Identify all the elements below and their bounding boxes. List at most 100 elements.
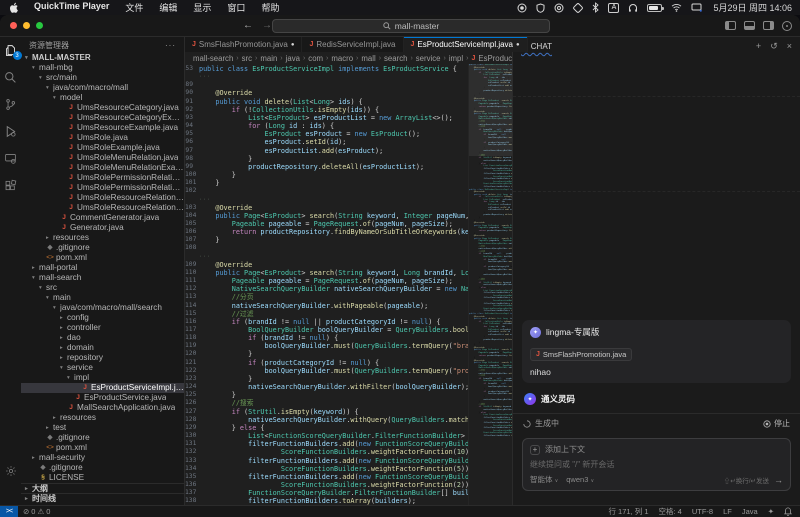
- tree-item[interactable]: JEsProductServiceImpl.java: [21, 383, 184, 393]
- customize-layout-icon[interactable]: [782, 21, 792, 31]
- tree-item[interactable]: ▾main: [21, 293, 184, 303]
- settings-gear-icon[interactable]: [3, 463, 19, 479]
- breadcrumb-item[interactable]: macro: [331, 54, 353, 63]
- minimize-window-button[interactable]: [23, 22, 30, 29]
- tree-item[interactable]: JUmsRoleMenuRelation.java: [21, 153, 184, 163]
- tree-item[interactable]: ▸repository: [21, 353, 184, 363]
- bluetooth-icon[interactable]: [592, 2, 599, 13]
- menu-item-0[interactable]: QuickTime Player: [26, 1, 117, 14]
- tree-item[interactable]: ▸resources: [21, 413, 184, 423]
- problems-status[interactable]: ⊘0 ⚠0: [18, 507, 55, 516]
- menu-item-2[interactable]: 编辑: [151, 1, 185, 14]
- explorer-icon[interactable]: 3: [3, 42, 19, 58]
- add-context-row[interactable]: + 添加上下文: [530, 444, 783, 455]
- toggle-panel-icon[interactable]: [744, 21, 755, 30]
- tree-item[interactable]: ▾impl: [21, 373, 184, 383]
- history-icon[interactable]: ↺: [770, 41, 778, 52]
- source-control-icon[interactable]: [3, 96, 19, 112]
- remote-explorer-icon[interactable]: [3, 150, 19, 166]
- tree-item[interactable]: ▾java/com/macro/mall/search: [21, 303, 184, 313]
- tree-item[interactable]: ◆.gitignore: [21, 243, 184, 253]
- new-chat-icon[interactable]: +: [756, 41, 761, 52]
- menu-item-4[interactable]: 窗口: [219, 1, 253, 14]
- tree-item[interactable]: JUmsRoleResourceRelationExample.java: [21, 203, 184, 213]
- tree-item[interactable]: JUmsResourceCategoryExample.java: [21, 113, 184, 123]
- tree-item[interactable]: ▸config: [21, 313, 184, 323]
- wifi-icon[interactable]: [671, 3, 682, 12]
- toggle-primary-sidebar-icon[interactable]: [725, 21, 736, 30]
- tree-item[interactable]: §LICENSE: [21, 473, 184, 483]
- breadcrumb-item[interactable]: service: [416, 54, 441, 63]
- breadcrumb-item[interactable]: mall-search: [193, 54, 233, 63]
- menu-datetime[interactable]: 5月29日 周四 14:06: [713, 1, 792, 14]
- lingma-status-icon[interactable]: ✦: [763, 507, 779, 516]
- battery-icon[interactable]: [647, 4, 662, 12]
- tree-item[interactable]: ▸mall-security: [21, 453, 184, 463]
- tree-item[interactable]: ▸时间线: [21, 493, 184, 503]
- compass-icon[interactable]: [573, 3, 583, 13]
- notifications-bell-icon[interactable]: [779, 507, 800, 516]
- breadcrumb-item[interactable]: search: [384, 54, 407, 63]
- tree-item[interactable]: JUmsResourceExample.java: [21, 123, 184, 133]
- menu-item-1[interactable]: 文件: [117, 1, 151, 14]
- tree-item[interactable]: ▸domain: [21, 343, 184, 353]
- eol-sequence[interactable]: LF: [718, 507, 737, 516]
- breadcrumb-item[interactable]: impl: [449, 54, 463, 63]
- record-indicator-icon[interactable]: [517, 3, 527, 13]
- tree-item[interactable]: <>pom.xml: [21, 443, 184, 453]
- encoding[interactable]: UTF-8: [687, 507, 718, 516]
- tree-item[interactable]: JUmsRoleResourceRelation.java: [21, 193, 184, 203]
- apple-menu-icon[interactable]: [8, 2, 20, 13]
- search-sidebar-icon[interactable]: [3, 69, 19, 85]
- menu-item-3[interactable]: 显示: [185, 1, 219, 14]
- tree-item[interactable]: ◆.gitignore: [21, 433, 184, 443]
- indentation[interactable]: 空格: 4: [654, 506, 687, 517]
- send-button[interactable]: →: [774, 475, 783, 485]
- run-debug-icon[interactable]: [3, 123, 19, 139]
- tree-item[interactable]: ◆.gitignore: [21, 463, 184, 473]
- tab-SmsFlashPromotion.java[interactable]: JSmsFlashPromotion.java●: [185, 37, 302, 52]
- tree-item[interactable]: ▾mall-search: [21, 273, 184, 283]
- menu-item-5[interactable]: 帮助: [253, 1, 287, 14]
- model-select[interactable]: qwen3 ∨: [566, 475, 594, 484]
- breadcrumb-item[interactable]: com: [308, 54, 323, 63]
- explorer-more-actions[interactable]: ···: [165, 41, 176, 50]
- tree-item[interactable]: ▸mall-portal: [21, 263, 184, 273]
- tree-item[interactable]: ▾mall-mbg: [21, 63, 184, 73]
- tree-item[interactable]: <>pom.xml: [21, 253, 184, 263]
- back-arrow-icon[interactable]: ←: [243, 20, 253, 31]
- headphones-icon[interactable]: [628, 3, 638, 13]
- tree-item[interactable]: ▸dao: [21, 333, 184, 343]
- agent-select[interactable]: 智能体 ∨: [530, 474, 558, 485]
- tree-item[interactable]: ▾MALL-MASTER: [21, 53, 184, 63]
- code-editor[interactable]: 53public class EsProductServiceImpl impl…: [185, 64, 512, 505]
- tree-item[interactable]: JUmsResourceCategory.java: [21, 103, 184, 113]
- language-mode[interactable]: Java: [737, 507, 763, 516]
- tree-item[interactable]: ▾model: [21, 93, 184, 103]
- tree-item[interactable]: JEsProductService.java: [21, 393, 184, 403]
- chat-input-box[interactable]: + 添加上下文 继续提问或 "/" 新开会话 智能体 ∨ qwen3 ∨ ⇧↵换…: [522, 438, 791, 491]
- tree-item[interactable]: ▸controller: [21, 323, 184, 333]
- tree-item[interactable]: JUmsRolePermissionRelation.java: [21, 173, 184, 183]
- tree-item[interactable]: JMallSearchApplication.java: [21, 403, 184, 413]
- command-center-search[interactable]: mall-master: [272, 19, 550, 33]
- breadcrumb-item[interactable]: mall: [361, 54, 375, 63]
- remote-indicator[interactable]: ><: [0, 506, 18, 517]
- tree-item[interactable]: JUmsRoleExample.java: [21, 143, 184, 153]
- cursor-position[interactable]: 行 171, 列 1: [603, 506, 653, 517]
- tab-RedisServiceImpl.java[interactable]: JRedisServiceImpl.java: [302, 37, 403, 52]
- stop-button[interactable]: 停止: [763, 418, 790, 429]
- tree-item[interactable]: JUmsRolePermissionRelationExample.java: [21, 183, 184, 193]
- close-panel-icon[interactable]: ×: [787, 41, 792, 52]
- tree-item[interactable]: ▾service: [21, 363, 184, 373]
- aperture-icon[interactable]: [554, 3, 564, 13]
- tree-item[interactable]: ▾src: [21, 283, 184, 293]
- tree-item[interactable]: JUmsRole.java: [21, 133, 184, 143]
- tree-item[interactable]: JCommentGenerator.java: [21, 213, 184, 223]
- tree-item[interactable]: JUmsRoleMenuRelationExample.java: [21, 163, 184, 173]
- input-source-icon[interactable]: A: [608, 3, 619, 13]
- toggle-secondary-sidebar-icon[interactable]: [763, 21, 774, 30]
- display-icon[interactable]: [691, 3, 702, 12]
- tree-item[interactable]: ▸test: [21, 423, 184, 433]
- extensions-icon[interactable]: [3, 177, 19, 193]
